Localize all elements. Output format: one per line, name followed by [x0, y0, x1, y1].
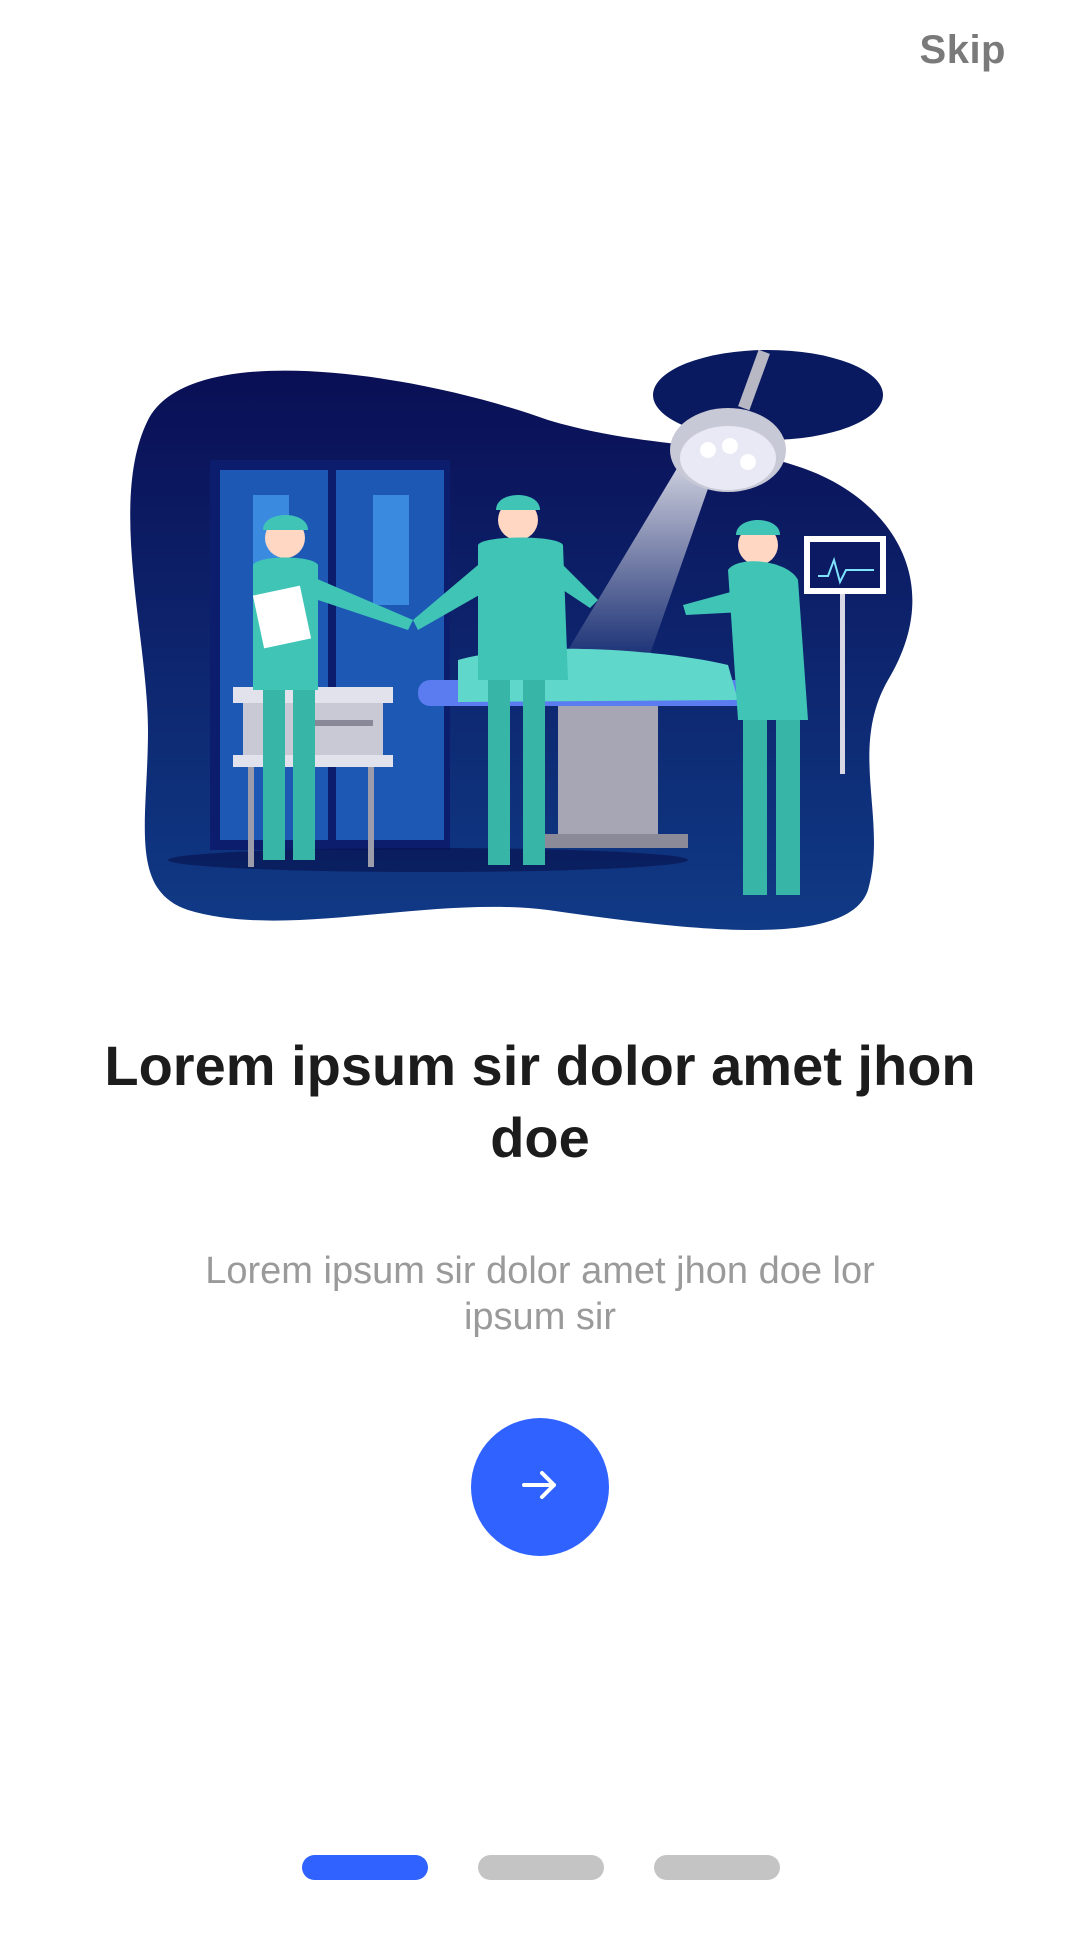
surgery-illustration: [128, 349, 948, 950]
pagination-indicator: [302, 1855, 780, 1880]
next-button[interactable]: [471, 1418, 609, 1556]
arrow-right-icon: [516, 1461, 564, 1514]
page-dot-3[interactable]: [654, 1855, 780, 1880]
page-dot-2[interactable]: [478, 1855, 604, 1880]
skip-button[interactable]: Skip: [920, 28, 1006, 73]
onboarding-title: Lorem ipsum sir dolor amet jhon doe: [104, 1034, 976, 1169]
page-dot-1[interactable]: [302, 1855, 428, 1880]
onboarding-subtitle: Lorem ipsum sir dolor amet jhon doe lor …: [205, 1250, 875, 1338]
